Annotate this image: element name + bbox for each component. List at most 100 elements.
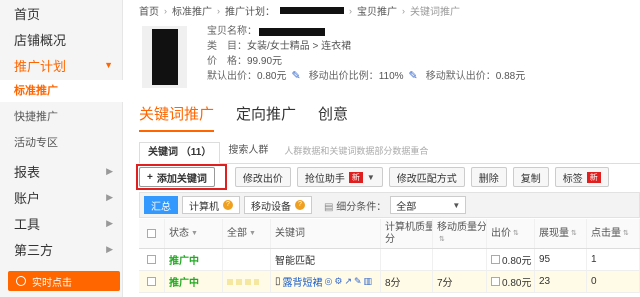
sort-icon: ⇅ <box>439 235 445 243</box>
row-bid[interactable]: 0.80元✎ <box>487 271 535 292</box>
sidebar-item-account[interactable]: 账户 ▶ <box>0 188 123 206</box>
search-icon[interactable]: ◎ <box>325 276 333 287</box>
breadcrumb-home[interactable]: 首页 <box>139 3 159 18</box>
default-bid-label: 默认出价： <box>207 71 257 82</box>
row-all-cell <box>223 249 271 270</box>
row-keyword[interactable]: 智能匹配 <box>271 249 381 270</box>
sidebar-item-promotion-plan[interactable]: 推广计划 ▼ <box>0 56 123 74</box>
main-content: 首页 › 标准推广 › 推广计划： › 宝贝推广 › 关键词推广 宝贝名称： 类… <box>123 0 640 297</box>
col-bid-label: 出价 <box>491 227 511 239</box>
mobile-button[interactable]: 移动设备? <box>244 196 312 214</box>
breadcrumb-current: 关键词推广 <box>410 7 460 18</box>
sidebar-sub-standard[interactable]: 标准推广 <box>0 80 123 102</box>
add-keyword-button[interactable]: + 添加关键词 <box>139 167 215 187</box>
sidebar-item-reports[interactable]: 报表 ▶ <box>0 162 123 180</box>
tag-label: 标签 <box>562 173 583 185</box>
tab-keywords[interactable]: 关键词 （11） <box>139 142 221 164</box>
pencil-icon[interactable]: ✎ <box>291 69 300 84</box>
sidebar-sub-activity[interactable]: 活动专区 <box>0 132 123 154</box>
breadcrumb-plan[interactable]: 推广计划： <box>225 3 275 18</box>
chart-icon[interactable]: ↗ <box>344 276 352 287</box>
row-checkbox[interactable] <box>147 255 156 264</box>
trash-icon[interactable]: ▥ <box>364 276 373 287</box>
pencil-icon[interactable]: ✎ <box>409 69 418 84</box>
sidebar-item-home[interactable]: 首页 <box>0 4 123 22</box>
computer-button[interactable]: 计算机? <box>182 196 240 214</box>
sidebar-item-label: 店铺概况 <box>14 32 67 48</box>
price-value: 99.90元 <box>247 56 283 67</box>
col-status-label: 状态 <box>169 227 189 239</box>
bid-helper-button[interactable]: 抢位助手新 ▼ <box>296 167 383 187</box>
modify-bid-button[interactable]: 修改出价 <box>234 167 291 187</box>
col-keyword: 关键词 <box>271 219 381 248</box>
segment-label-text: 细分条件： <box>336 201 387 213</box>
select-all-checkbox[interactable] <box>147 229 156 238</box>
toolbar: + 添加关键词 修改出价 抢位助手新 ▼ 修改匹配方式 删除 复制 标签新 <box>139 167 609 187</box>
breadcrumb-standard[interactable]: 标准推广 <box>172 3 212 18</box>
sidebar-item-tools[interactable]: 工具 ▶ <box>0 214 123 232</box>
tab-creative[interactable]: 创意 <box>318 103 348 132</box>
col-status[interactable]: 状态 ▼ <box>165 219 223 248</box>
table-row[interactable]: 推广中 ▯露背短裙◎⚙↗✎▥ 8分 7分 0.80元✎ 23 0 <box>139 271 640 293</box>
col-mobile-quality-label: 移动质量分 <box>437 221 487 233</box>
sidebar-item-third-party[interactable]: 第三方 ▶ <box>0 240 123 258</box>
delete-button[interactable]: 删除 <box>470 167 507 187</box>
breadcrumb-product[interactable]: 宝贝推广 <box>357 3 397 18</box>
chevron-right-icon: ▶ <box>106 217 113 228</box>
tab-targeted-promotion[interactable]: 定向推广 <box>236 103 296 132</box>
row-all-cell <box>223 271 271 292</box>
segment-select[interactable]: 全部 ▼ <box>390 196 467 214</box>
row-bid[interactable]: 0.80元 <box>487 249 535 270</box>
price-label: 价 格： <box>207 56 247 67</box>
col-all[interactable]: 全部 ▼ <box>223 219 271 248</box>
tab-keyword-promotion[interactable]: 关键词推广 <box>139 103 215 132</box>
product-thumbnail[interactable] <box>142 26 187 88</box>
row-bid-value: 0.80元 <box>502 278 532 289</box>
col-bid[interactable]: 出价 ⇅ <box>487 219 535 248</box>
sidebar-item-label: 报表 <box>14 164 41 180</box>
chevron-right-icon: ▶ <box>106 165 113 176</box>
select-all-cell <box>139 219 165 248</box>
summary-button[interactable]: 汇总 <box>144 196 178 214</box>
row-clicks: 0 <box>587 271 640 292</box>
sidebar-item-label: 工具 <box>14 216 41 232</box>
table-row[interactable]: 推广中 智能匹配 0.80元 95 1 <box>139 249 640 271</box>
sidebar-sub-quick[interactable]: 快捷推广 <box>0 106 123 128</box>
col-impressions[interactable]: 展现量 ⇅ <box>535 219 587 248</box>
sort-icon: ⇅ <box>571 229 577 237</box>
tag-button[interactable]: 标签新 <box>554 167 609 187</box>
row-impressions: 23 <box>535 271 587 292</box>
filter-icon: ▤ <box>324 201 337 213</box>
redacted-dots <box>227 278 259 285</box>
settings-icon[interactable]: ⚙ <box>334 276 342 287</box>
modify-match-button[interactable]: 修改匹配方式 <box>388 167 465 187</box>
chevron-right-icon: › <box>402 5 405 16</box>
row-checkbox[interactable] <box>147 277 156 286</box>
col-pc-quality[interactable]: 计算机质量分 <box>381 219 433 248</box>
sidebar-item-store-overview[interactable]: 店铺概况 <box>0 30 123 48</box>
col-pc-quality-label-2: 分 <box>385 233 395 245</box>
copy-button[interactable]: 复制 <box>512 167 549 187</box>
clock-icon <box>16 276 26 286</box>
row-bid-value: 0.80元 <box>502 256 532 267</box>
bid-checkbox[interactable] <box>491 255 500 264</box>
bid-checkbox[interactable] <box>491 277 500 286</box>
sub-tabs: 关键词 （11） 搜索人群 人群数据和关键词数据部分数据重合 <box>139 140 640 164</box>
realtime-clicks-button[interactable]: 实时点击 <box>8 271 120 291</box>
col-mobile-quality[interactable]: 移动质量分 ⇅ <box>433 219 487 248</box>
row-impressions: 95 <box>535 249 587 270</box>
row-mobile-quality: 7分 <box>433 271 487 292</box>
tab-search-crowd[interactable]: 搜索人群 <box>220 141 276 163</box>
keyword-table: 状态 ▼ 全部 ▼ 关键词 计算机质量分 移动质量分 ⇅ 出价 ⇅ 展现量 ⇅ 点击量 ⇅ … <box>139 219 640 293</box>
phone-icon: ▯ <box>275 276 281 287</box>
question-icon: ? <box>223 200 233 210</box>
edit-icon[interactable]: ✎ <box>354 276 362 287</box>
table-header: 状态 ▼ 全部 ▼ 关键词 计算机质量分 移动质量分 ⇅ 出价 ⇅ 展现量 ⇅ 点击量 ⇅ <box>139 219 640 249</box>
mobile-default-value: 0.88元 <box>495 71 526 82</box>
crowd-data-hint: 人群数据和关键词数据部分数据重合 <box>284 146 429 156</box>
row-keyword[interactable]: 露背短裙 <box>283 274 323 289</box>
segment-label: ▤ 细分条件： <box>324 198 386 213</box>
sidebar-item-label: 推广计划 <box>14 58 67 74</box>
col-clicks[interactable]: 点击量 ⇅ <box>587 219 640 248</box>
caret-down-icon: ▼ <box>249 229 256 237</box>
